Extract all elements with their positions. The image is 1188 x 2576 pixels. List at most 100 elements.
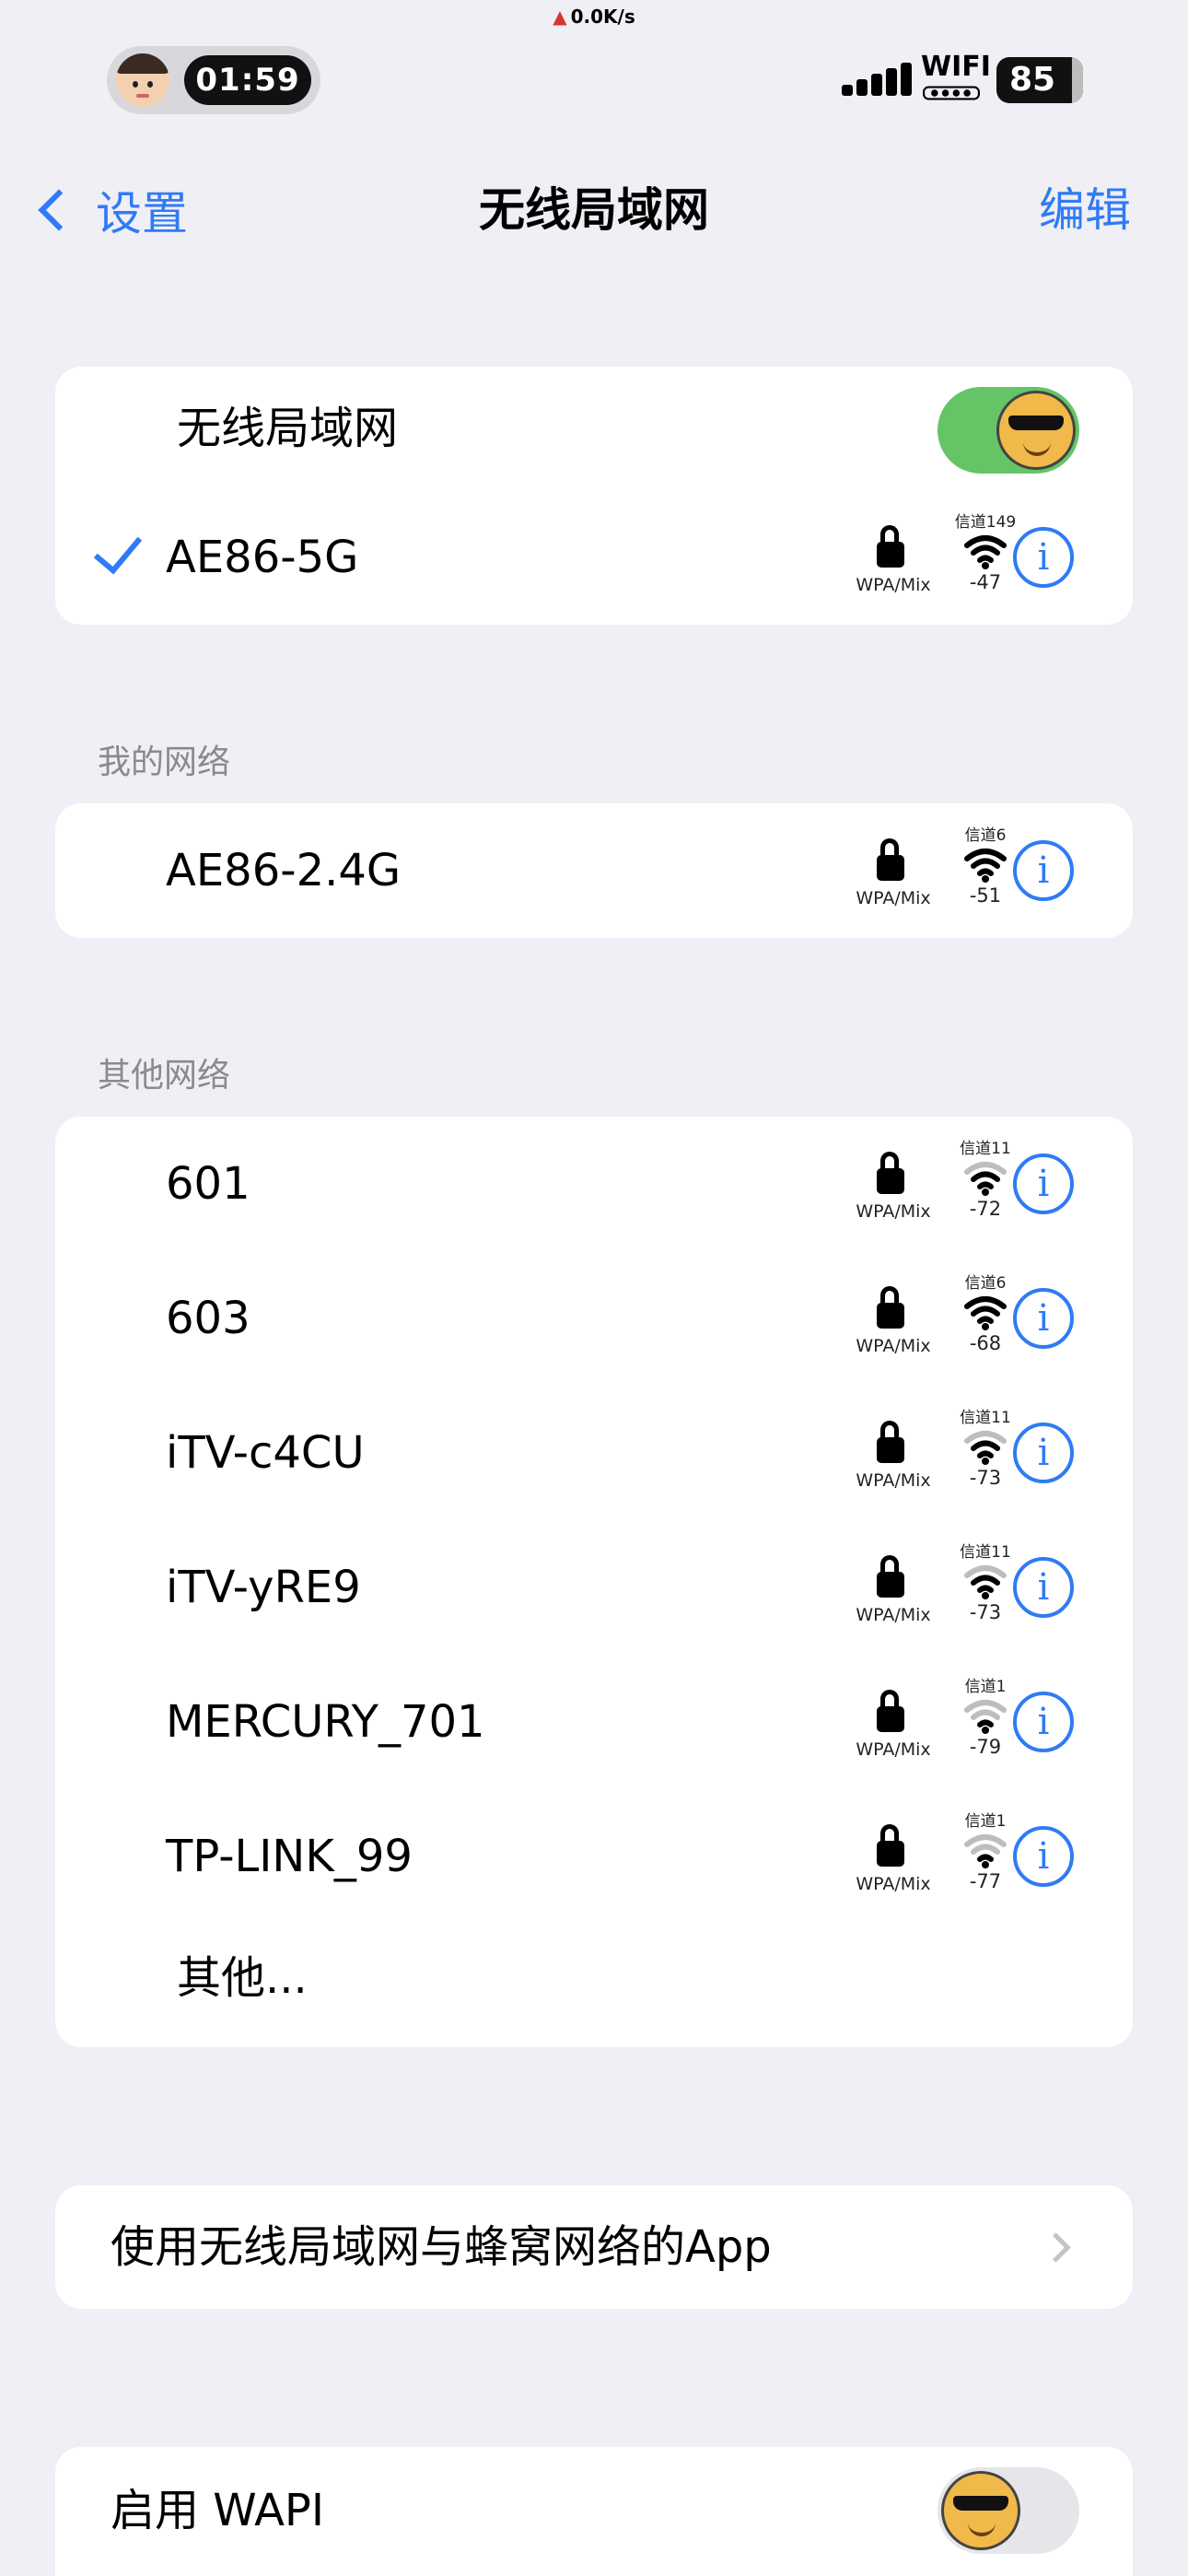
network-name: AE86-5G bbox=[166, 532, 359, 583]
connected-network-row[interactable]: AE86-5G WPA/Mix 信道149 -47 i bbox=[55, 490, 1133, 625]
rssi-value: -72 bbox=[969, 1198, 1002, 1220]
rssi-value: -68 bbox=[969, 1332, 1002, 1354]
channel-label: 信道11 bbox=[960, 1543, 1011, 1562]
security-label: WPA/Mix bbox=[856, 1605, 931, 1625]
channel-label: 信道6 bbox=[964, 1274, 1007, 1293]
lock-icon: WPA/Mix bbox=[849, 1279, 938, 1367]
wifi-toggle[interactable] bbox=[938, 387, 1079, 474]
channel-label: 信道149 bbox=[954, 513, 1017, 532]
wifi-signal-icon bbox=[964, 1834, 1007, 1868]
network-speed: ▲ 0.0K/s bbox=[0, 6, 1188, 28]
battery-nub bbox=[1077, 70, 1083, 88]
security-label: WPA/Mix bbox=[856, 1336, 931, 1356]
info-icon[interactable]: i bbox=[1013, 1288, 1074, 1349]
rssi-value: -51 bbox=[969, 884, 1002, 907]
my-networks-header: 我的网络 bbox=[98, 744, 231, 781]
rssi-value: -47 bbox=[969, 571, 1002, 593]
wifi-signal-indicator: 信道6 -51 bbox=[958, 822, 1013, 923]
rssi-value: -73 bbox=[969, 1467, 1002, 1489]
network-name: AE86-2.4G bbox=[166, 845, 402, 896]
sunglasses-emoji-icon bbox=[996, 391, 1076, 470]
security-label: WPA/Mix bbox=[856, 1874, 931, 1894]
lock-icon: WPA/Mix bbox=[849, 831, 938, 919]
channel-label: 信道1 bbox=[964, 1812, 1007, 1831]
lock-icon: WPA/Mix bbox=[849, 518, 938, 606]
car-icon: ▲ bbox=[553, 6, 567, 28]
channel-label: 信道11 bbox=[960, 1140, 1011, 1158]
lock-icon: WPA/Mix bbox=[849, 1548, 938, 1636]
security-label: WPA/Mix bbox=[856, 575, 931, 595]
other-network-row[interactable]: iTV-c4CU WPA/Mix 信道11 -73 i bbox=[55, 1386, 1133, 1520]
wifi-signal-indicator: 信道11 -73 bbox=[958, 1539, 1013, 1640]
wifi-signal-indicator: 信道6 -68 bbox=[958, 1270, 1013, 1371]
cellular-signal-icon bbox=[842, 63, 912, 96]
wifi-main-card: 无线局域网 AE86-5G WPA/Mix 信道149 -47 i bbox=[55, 367, 1133, 625]
sunglasses-emoji-icon bbox=[941, 2471, 1020, 2550]
info-icon[interactable]: i bbox=[1013, 527, 1074, 588]
info-icon[interactable]: i bbox=[1013, 1692, 1074, 1752]
battery-level: 85 bbox=[1009, 61, 1056, 99]
network-name: iTV-c4CU bbox=[166, 1427, 365, 1479]
network-name: 601 bbox=[166, 1158, 250, 1210]
security-label: WPA/Mix bbox=[856, 1739, 931, 1760]
other-networks-card: 601 WPA/Mix 信道11 -72 i 603 WPA/Mix 信道6 -… bbox=[55, 1117, 1133, 2047]
lock-icon: WPA/Mix bbox=[849, 1413, 938, 1502]
wifi-toggle-label: 无线局域网 bbox=[177, 403, 399, 454]
battery-icon: 85 bbox=[996, 57, 1083, 103]
info-icon[interactable]: i bbox=[1013, 1423, 1074, 1483]
chevron-right-icon bbox=[1041, 2232, 1071, 2263]
wifi-signal-icon bbox=[964, 1162, 1007, 1196]
wifi-strength-dots bbox=[923, 86, 980, 100]
other-join-label: 其他... bbox=[177, 1952, 308, 2004]
other-join-row[interactable]: 其他... bbox=[55, 1924, 1133, 2047]
status-pill[interactable]: 01:59 bbox=[107, 46, 320, 114]
wapi-card: 启用 WAPI bbox=[55, 2447, 1133, 2576]
other-network-row[interactable]: TP-LINK_99 WPA/Mix 信道1 -77 i bbox=[55, 1789, 1133, 1924]
network-speed-text: 0.0K/s bbox=[570, 6, 635, 28]
info-icon[interactable]: i bbox=[1013, 1153, 1074, 1214]
rssi-value: -73 bbox=[969, 1601, 1002, 1623]
my-network-row[interactable]: AE86-2.4G WPA/Mix 信道6 -51 i bbox=[55, 803, 1133, 938]
edit-button[interactable]: 编辑 bbox=[1039, 181, 1131, 240]
apps-row-label: 使用无线局域网与蜂窝网络的App bbox=[111, 2221, 772, 2273]
security-label: WPA/Mix bbox=[856, 1201, 931, 1222]
other-networks-header: 其他网络 bbox=[98, 1057, 231, 1095]
channel-label: 信道6 bbox=[964, 826, 1007, 845]
wifi-signal-icon bbox=[964, 535, 1007, 569]
status-time: 01:59 bbox=[184, 55, 311, 105]
lock-icon: WPA/Mix bbox=[849, 1144, 938, 1233]
wapi-toggle-label: 启用 WAPI bbox=[111, 2485, 325, 2536]
info-icon[interactable]: i bbox=[1013, 840, 1074, 901]
info-icon[interactable]: i bbox=[1013, 1557, 1074, 1618]
network-name: TP-LINK_99 bbox=[166, 1831, 413, 1882]
wifi-signal-icon bbox=[964, 1700, 1007, 1734]
lock-icon: WPA/Mix bbox=[849, 1682, 938, 1771]
rssi-value: -79 bbox=[969, 1736, 1002, 1758]
wifi-signal-indicator: 信道11 -72 bbox=[958, 1135, 1013, 1236]
lock-icon: WPA/Mix bbox=[849, 1817, 938, 1905]
wifi-signal-indicator: 信道11 -73 bbox=[958, 1404, 1013, 1505]
wifi-signal-icon bbox=[964, 849, 1007, 883]
other-network-row[interactable]: 601 WPA/Mix 信道11 -72 i bbox=[55, 1117, 1133, 1251]
checkmark-icon bbox=[93, 523, 143, 575]
wifi-signal-icon bbox=[964, 1296, 1007, 1330]
network-name: iTV-yRE9 bbox=[166, 1562, 361, 1613]
wifi-signal-icon bbox=[964, 1565, 1007, 1599]
channel-label: 信道1 bbox=[964, 1678, 1007, 1696]
wifi-status-label: WIFI bbox=[921, 51, 991, 83]
wifi-signal-indicator: 信道149 -47 bbox=[955, 509, 1016, 610]
security-label: WPA/Mix bbox=[856, 1470, 931, 1491]
wapi-toggle[interactable] bbox=[938, 2467, 1079, 2554]
other-network-row[interactable]: 603 WPA/Mix 信道6 -68 i bbox=[55, 1251, 1133, 1386]
security-label: WPA/Mix bbox=[856, 888, 931, 908]
back-button-label: 设置 bbox=[96, 187, 188, 240]
wifi-signal-icon bbox=[964, 1431, 1007, 1465]
info-icon[interactable]: i bbox=[1013, 1826, 1074, 1887]
back-button[interactable]: 设置 bbox=[33, 181, 188, 240]
other-network-row[interactable]: MERCURY_701 WPA/Mix 信道1 -79 i bbox=[55, 1655, 1133, 1789]
my-networks-card: AE86-2.4G WPA/Mix 信道6 -51 i bbox=[55, 803, 1133, 938]
rssi-value: -77 bbox=[969, 1870, 1002, 1892]
other-network-row[interactable]: iTV-yRE9 WPA/Mix 信道11 -73 i bbox=[55, 1520, 1133, 1655]
memoji-avatar bbox=[116, 53, 169, 107]
apps-row[interactable]: 使用无线局域网与蜂窝网络的App bbox=[55, 2185, 1133, 2309]
